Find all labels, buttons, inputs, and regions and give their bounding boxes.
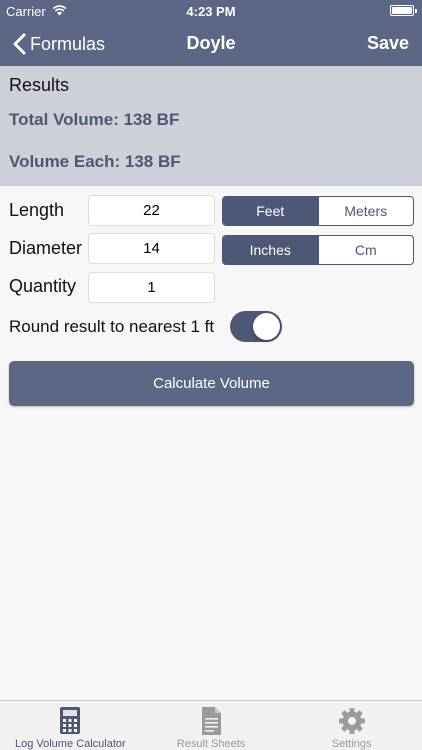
unit-feet-option[interactable]: Feet (223, 197, 318, 225)
status-bar: Carrier 4:23 PM (0, 0, 422, 22)
tab-label: Log Volume Calculator (14, 738, 126, 750)
length-unit-control: Feet Meters (222, 196, 414, 226)
battery-icon (390, 5, 417, 16)
unit-inches-option[interactable]: Inches (223, 236, 318, 264)
results-panel: Results Total Volume: 138 BF Volume Each… (0, 66, 422, 186)
unit-cm-option[interactable]: Cm (317, 236, 414, 264)
status-time: 4:23 PM (186, 4, 236, 19)
round-result-label: Round result to nearest 1 ft (9, 317, 215, 336)
gear-icon (338, 708, 365, 734)
diameter-label: Diameter (9, 238, 83, 258)
tab-log-volume-calculator[interactable]: Log Volume Calculator (0, 701, 141, 750)
diameter-unit-control: Inches Cm (222, 235, 414, 265)
diameter-input[interactable]: 14 (88, 233, 215, 264)
quantity-input[interactable]: 1 (88, 272, 215, 303)
tab-label: Result Sheets (176, 738, 246, 750)
total-volume: Total Volume: 138 BF (9, 110, 180, 129)
navigation-bar: Formulas Doyle Save (0, 22, 422, 66)
tab-settings[interactable]: Settings (281, 701, 422, 750)
calculator-icon (60, 707, 81, 734)
round-result-toggle[interactable] (230, 311, 282, 342)
page-title: Doyle (186, 33, 236, 53)
document-icon (202, 707, 221, 735)
length-input[interactable]: 22 (88, 195, 215, 226)
length-label: Length (9, 200, 65, 220)
tab-bar: Log Volume Calculator Result Sheets Sett… (0, 700, 422, 750)
tab-result-sheets[interactable]: Result Sheets (141, 701, 282, 750)
calculate-volume-button[interactable]: Calculate Volume (9, 361, 414, 406)
toggle-knob (253, 313, 280, 340)
quantity-label: Quantity (9, 276, 77, 296)
volume-each: Volume Each: 138 BF (9, 152, 181, 171)
save-button[interactable]: Save (367, 33, 409, 54)
results-heading: Results (9, 75, 70, 95)
unit-meters-option[interactable]: Meters (317, 197, 414, 225)
tab-label: Settings (331, 738, 372, 750)
